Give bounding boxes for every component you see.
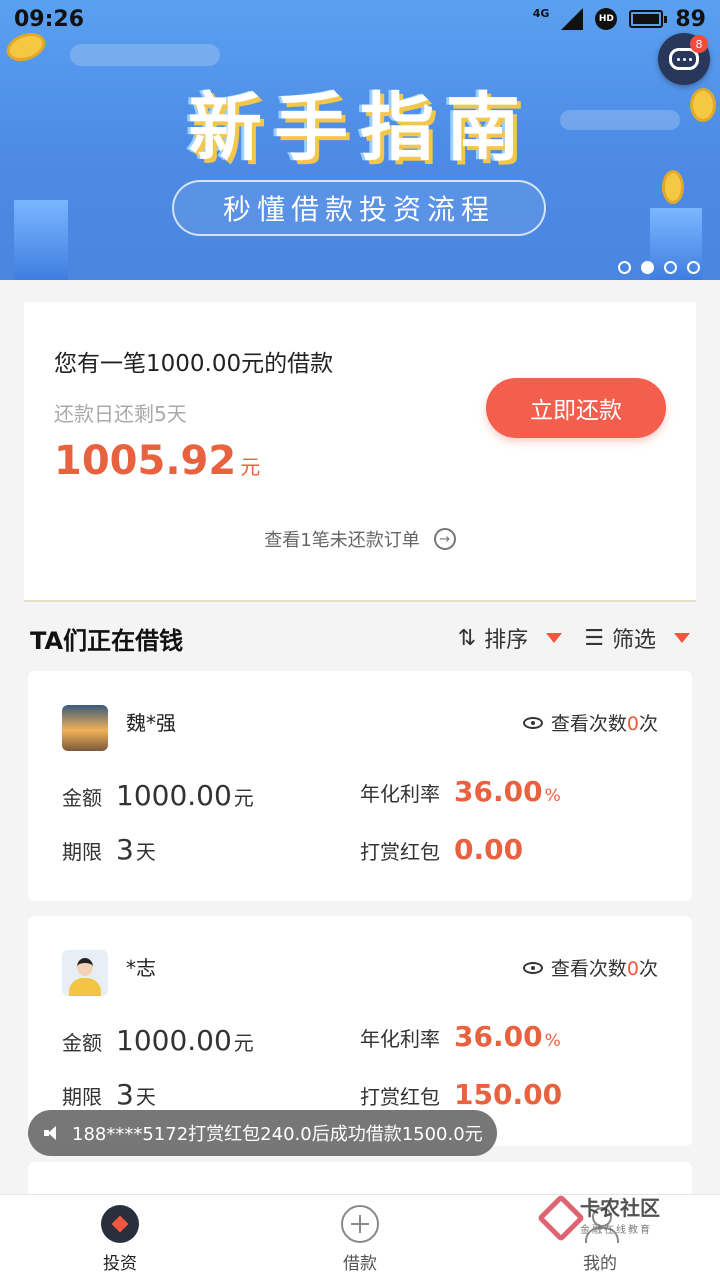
reward-label: 打赏红包: [360, 840, 440, 864]
rate-label: 年化利率: [360, 1027, 440, 1051]
amount-field: 金额 1000.00 元: [62, 1024, 254, 1057]
reward-field: 打赏红包 150.00: [360, 1078, 562, 1111]
view-count: 查看次数0次: [522, 709, 658, 736]
reward-label: 打赏红包: [360, 1085, 440, 1109]
watermark-logo-icon: [540, 1197, 574, 1231]
unpaid-orders-label: 查看1笔未还款订单: [264, 530, 420, 551]
carousel-dot[interactable]: [687, 261, 700, 274]
rate-value: 36.00: [454, 1020, 543, 1053]
term-field: 期限 3天: [62, 1078, 156, 1111]
hd-icon: HD: [595, 8, 618, 30]
battery-percent: 89: [675, 6, 706, 32]
invest-icon: [101, 1205, 139, 1243]
amount-label: 金额: [62, 1031, 102, 1055]
banner-subtitle-pill[interactable]: 秒懂借款投资流程: [172, 180, 546, 236]
eye-icon: [522, 716, 543, 729]
banner-title: 新手指南: [188, 85, 532, 171]
speaker-icon: [44, 1126, 62, 1140]
loan-title: 您有一笔1000.00元的借款: [54, 351, 334, 377]
view-count-suffix: 次: [638, 713, 658, 735]
plus-circle-icon: [341, 1205, 379, 1243]
sort-button[interactable]: ⇅ 排序: [457, 622, 563, 654]
filter-icon: ☰: [584, 625, 604, 651]
loan-card: 您有一笔1000.00元的借款 还款日还剩5天 1005.92 元 立即还款 查看…: [24, 302, 696, 602]
reward-value: 150.00: [454, 1078, 563, 1111]
view-count-number: 0: [626, 713, 639, 735]
caret-down-icon: [546, 633, 563, 643]
avatar: [62, 705, 108, 751]
amount-value: 1000.00: [116, 1024, 232, 1057]
borrower-card[interactable]: 魏*强 查看次数0次 金额 1000.00 元 年化利率 36.00% 期限 3天…: [28, 671, 692, 901]
chat-badge: 8: [690, 35, 708, 53]
banner-carousel[interactable]: 09:26 4G HD 89 新手指南 秒懂借款投资流程: [0, 0, 720, 280]
watermark-sub: 金融在线教育: [580, 1225, 652, 1236]
watermark: 卡农社区 金融在线教育: [540, 1192, 660, 1236]
nav-borrow[interactable]: 借款: [240, 1195, 480, 1280]
carousel-dot-active[interactable]: [641, 261, 654, 274]
view-count-label: 查看次数: [550, 713, 627, 735]
rate-label: 年化利率: [360, 782, 440, 806]
eye-icon: [522, 961, 543, 974]
term-unit: 天: [135, 840, 156, 864]
status-bar: 09:26 4G HD 89: [0, 0, 720, 38]
loan-amount: 1005.92 元: [54, 438, 260, 484]
amount-unit: 元: [233, 786, 254, 810]
amount-value: 1000.00: [116, 779, 232, 812]
filter-label: 筛选: [611, 628, 656, 653]
building-decoration: [14, 200, 68, 280]
caret-down-icon: [674, 633, 690, 643]
nav-invest[interactable]: 投资: [0, 1195, 240, 1280]
carousel-dot[interactable]: [618, 261, 631, 274]
notice-toast: 188****5172打赏红包240.0后成功借款1500.0元: [28, 1110, 497, 1156]
loan-amount-unit: 元: [240, 455, 261, 479]
coin-decoration: [662, 170, 684, 204]
term-label: 期限: [62, 840, 102, 864]
amount-field: 金额 1000.00 元: [62, 779, 254, 812]
chat-button[interactable]: 8: [658, 33, 710, 85]
term-field: 期限 3天: [62, 833, 156, 866]
loan-due-text: 还款日还剩5天: [54, 402, 187, 426]
list-header: TA们正在借钱 ⇅ 排序 ☰ 筛选: [0, 606, 720, 670]
amount-label: 金额: [62, 786, 102, 810]
arrow-right-circle-icon: →: [433, 528, 456, 550]
rate-unit: %: [544, 786, 561, 806]
rate-value: 36.00: [454, 775, 543, 808]
list-title: TA们正在借钱: [30, 626, 184, 655]
reward-field: 打赏红包 0.00: [360, 833, 523, 866]
rate-unit: %: [544, 1031, 561, 1051]
term-label: 期限: [62, 1085, 102, 1109]
reward-value: 0.00: [454, 833, 524, 866]
sort-icon: ⇅: [457, 625, 477, 651]
amount-unit: 元: [233, 1031, 254, 1055]
loan-amount-value: 1005.92: [54, 438, 237, 484]
network-label: 4G: [532, 6, 550, 20]
term-value: 3: [116, 1078, 134, 1111]
repay-now-button[interactable]: 立即还款: [486, 378, 666, 438]
signal-icon: [561, 8, 584, 30]
status-time: 09:26: [14, 6, 85, 32]
rate-field: 年化利率 36.00%: [360, 775, 561, 808]
notice-text: 188****5172打赏红包240.0后成功借款1500.0元: [72, 1124, 483, 1145]
nav-label: 投资: [103, 1254, 137, 1274]
rate-field: 年化利率 36.00%: [360, 1020, 561, 1053]
unpaid-orders-link[interactable]: 查看1笔未还款订单 →: [24, 526, 696, 552]
term-unit: 天: [135, 1085, 156, 1109]
view-count: 查看次数0次: [522, 954, 658, 981]
battery-icon: [629, 10, 668, 28]
watermark-main: 卡农社区: [580, 1196, 660, 1220]
borrower-name: 魏*强: [126, 711, 176, 735]
carousel-dot[interactable]: [664, 261, 677, 274]
view-count-number: 0: [626, 958, 639, 980]
filter-button[interactable]: ☰ 筛选: [584, 622, 690, 654]
nav-label: 我的: [583, 1254, 617, 1274]
view-count-suffix: 次: [638, 958, 658, 980]
borrower-name: *志: [126, 956, 156, 980]
sort-label: 排序: [484, 628, 529, 653]
term-value: 3: [116, 833, 134, 866]
nav-label: 借款: [343, 1254, 377, 1274]
avatar: [62, 950, 108, 996]
view-count-label: 查看次数: [550, 958, 627, 980]
carousel-indicator: [618, 261, 700, 274]
